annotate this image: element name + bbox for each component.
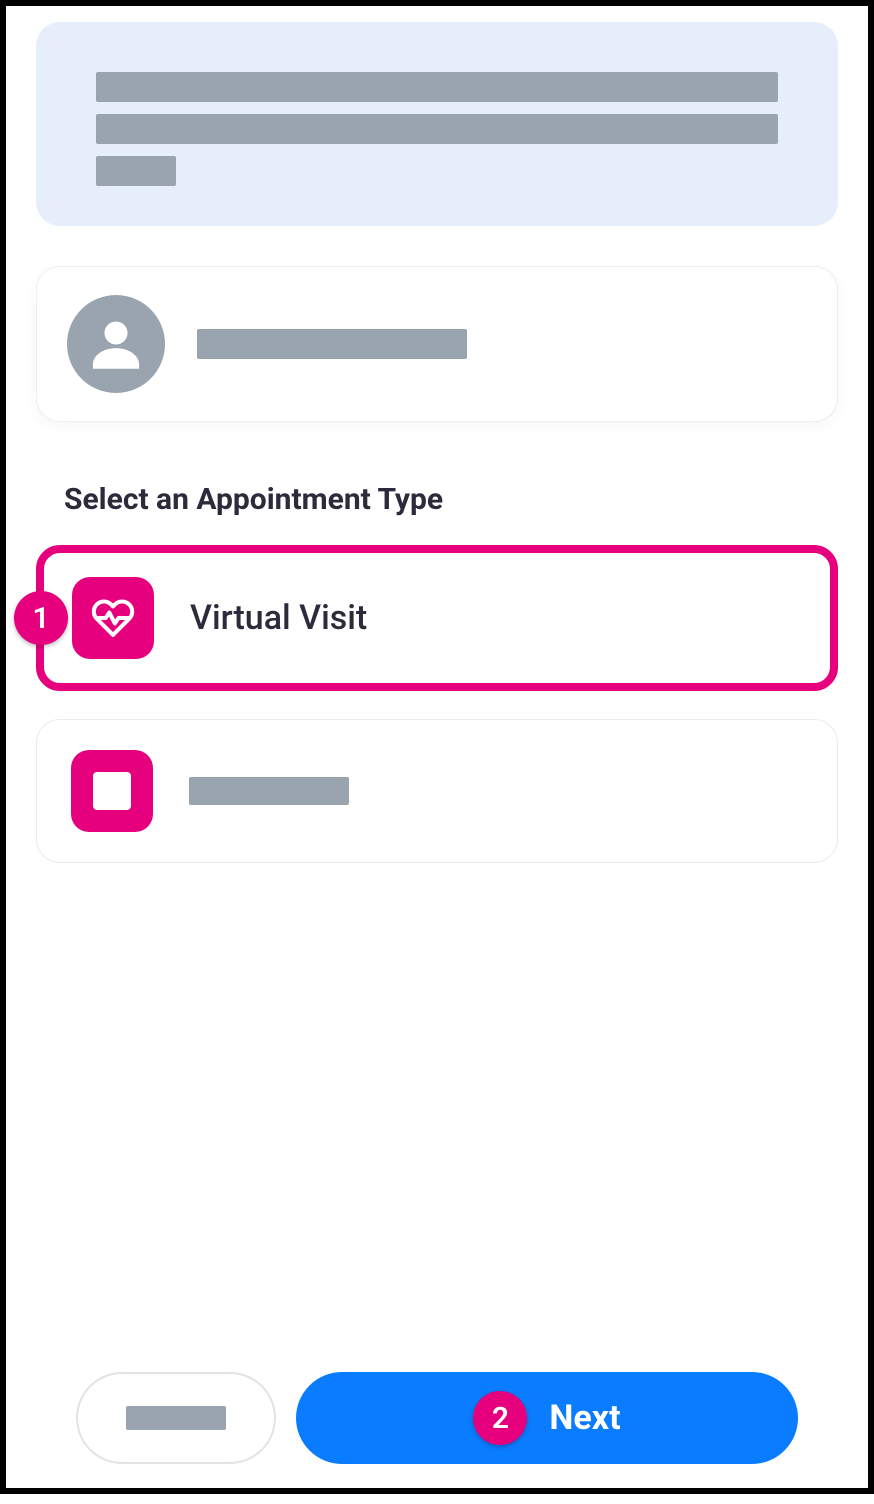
heart-pulse-icon xyxy=(72,577,154,659)
patient-name-placeholder xyxy=(197,329,467,359)
appointment-option-2[interactable] xyxy=(36,719,838,863)
footer-buttons: 2 Next xyxy=(6,1372,868,1464)
info-text-placeholder xyxy=(96,114,778,144)
avatar-icon xyxy=(67,295,165,393)
patient-card[interactable] xyxy=(36,266,838,422)
back-button[interactable] xyxy=(76,1372,276,1464)
info-text-placeholder xyxy=(96,72,778,102)
square-icon xyxy=(71,750,153,832)
info-card xyxy=(36,22,838,226)
next-button-label: Next xyxy=(549,1398,620,1438)
callout-badge-2: 2 xyxy=(473,1391,527,1445)
appointment-option-label-placeholder xyxy=(189,777,349,805)
appointment-option-label: Virtual Visit xyxy=(190,598,367,638)
info-text-placeholder xyxy=(96,156,176,186)
appointment-type-screen: Select an Appointment Type 1 Virtual Vis… xyxy=(6,22,868,1504)
callout-badge-1: 1 xyxy=(14,591,68,645)
next-button[interactable]: 2 Next xyxy=(296,1372,798,1464)
section-heading: Select an Appointment Type xyxy=(36,482,838,517)
appointment-option-virtual[interactable]: 1 Virtual Visit xyxy=(36,545,838,691)
back-button-label-placeholder xyxy=(126,1406,226,1430)
